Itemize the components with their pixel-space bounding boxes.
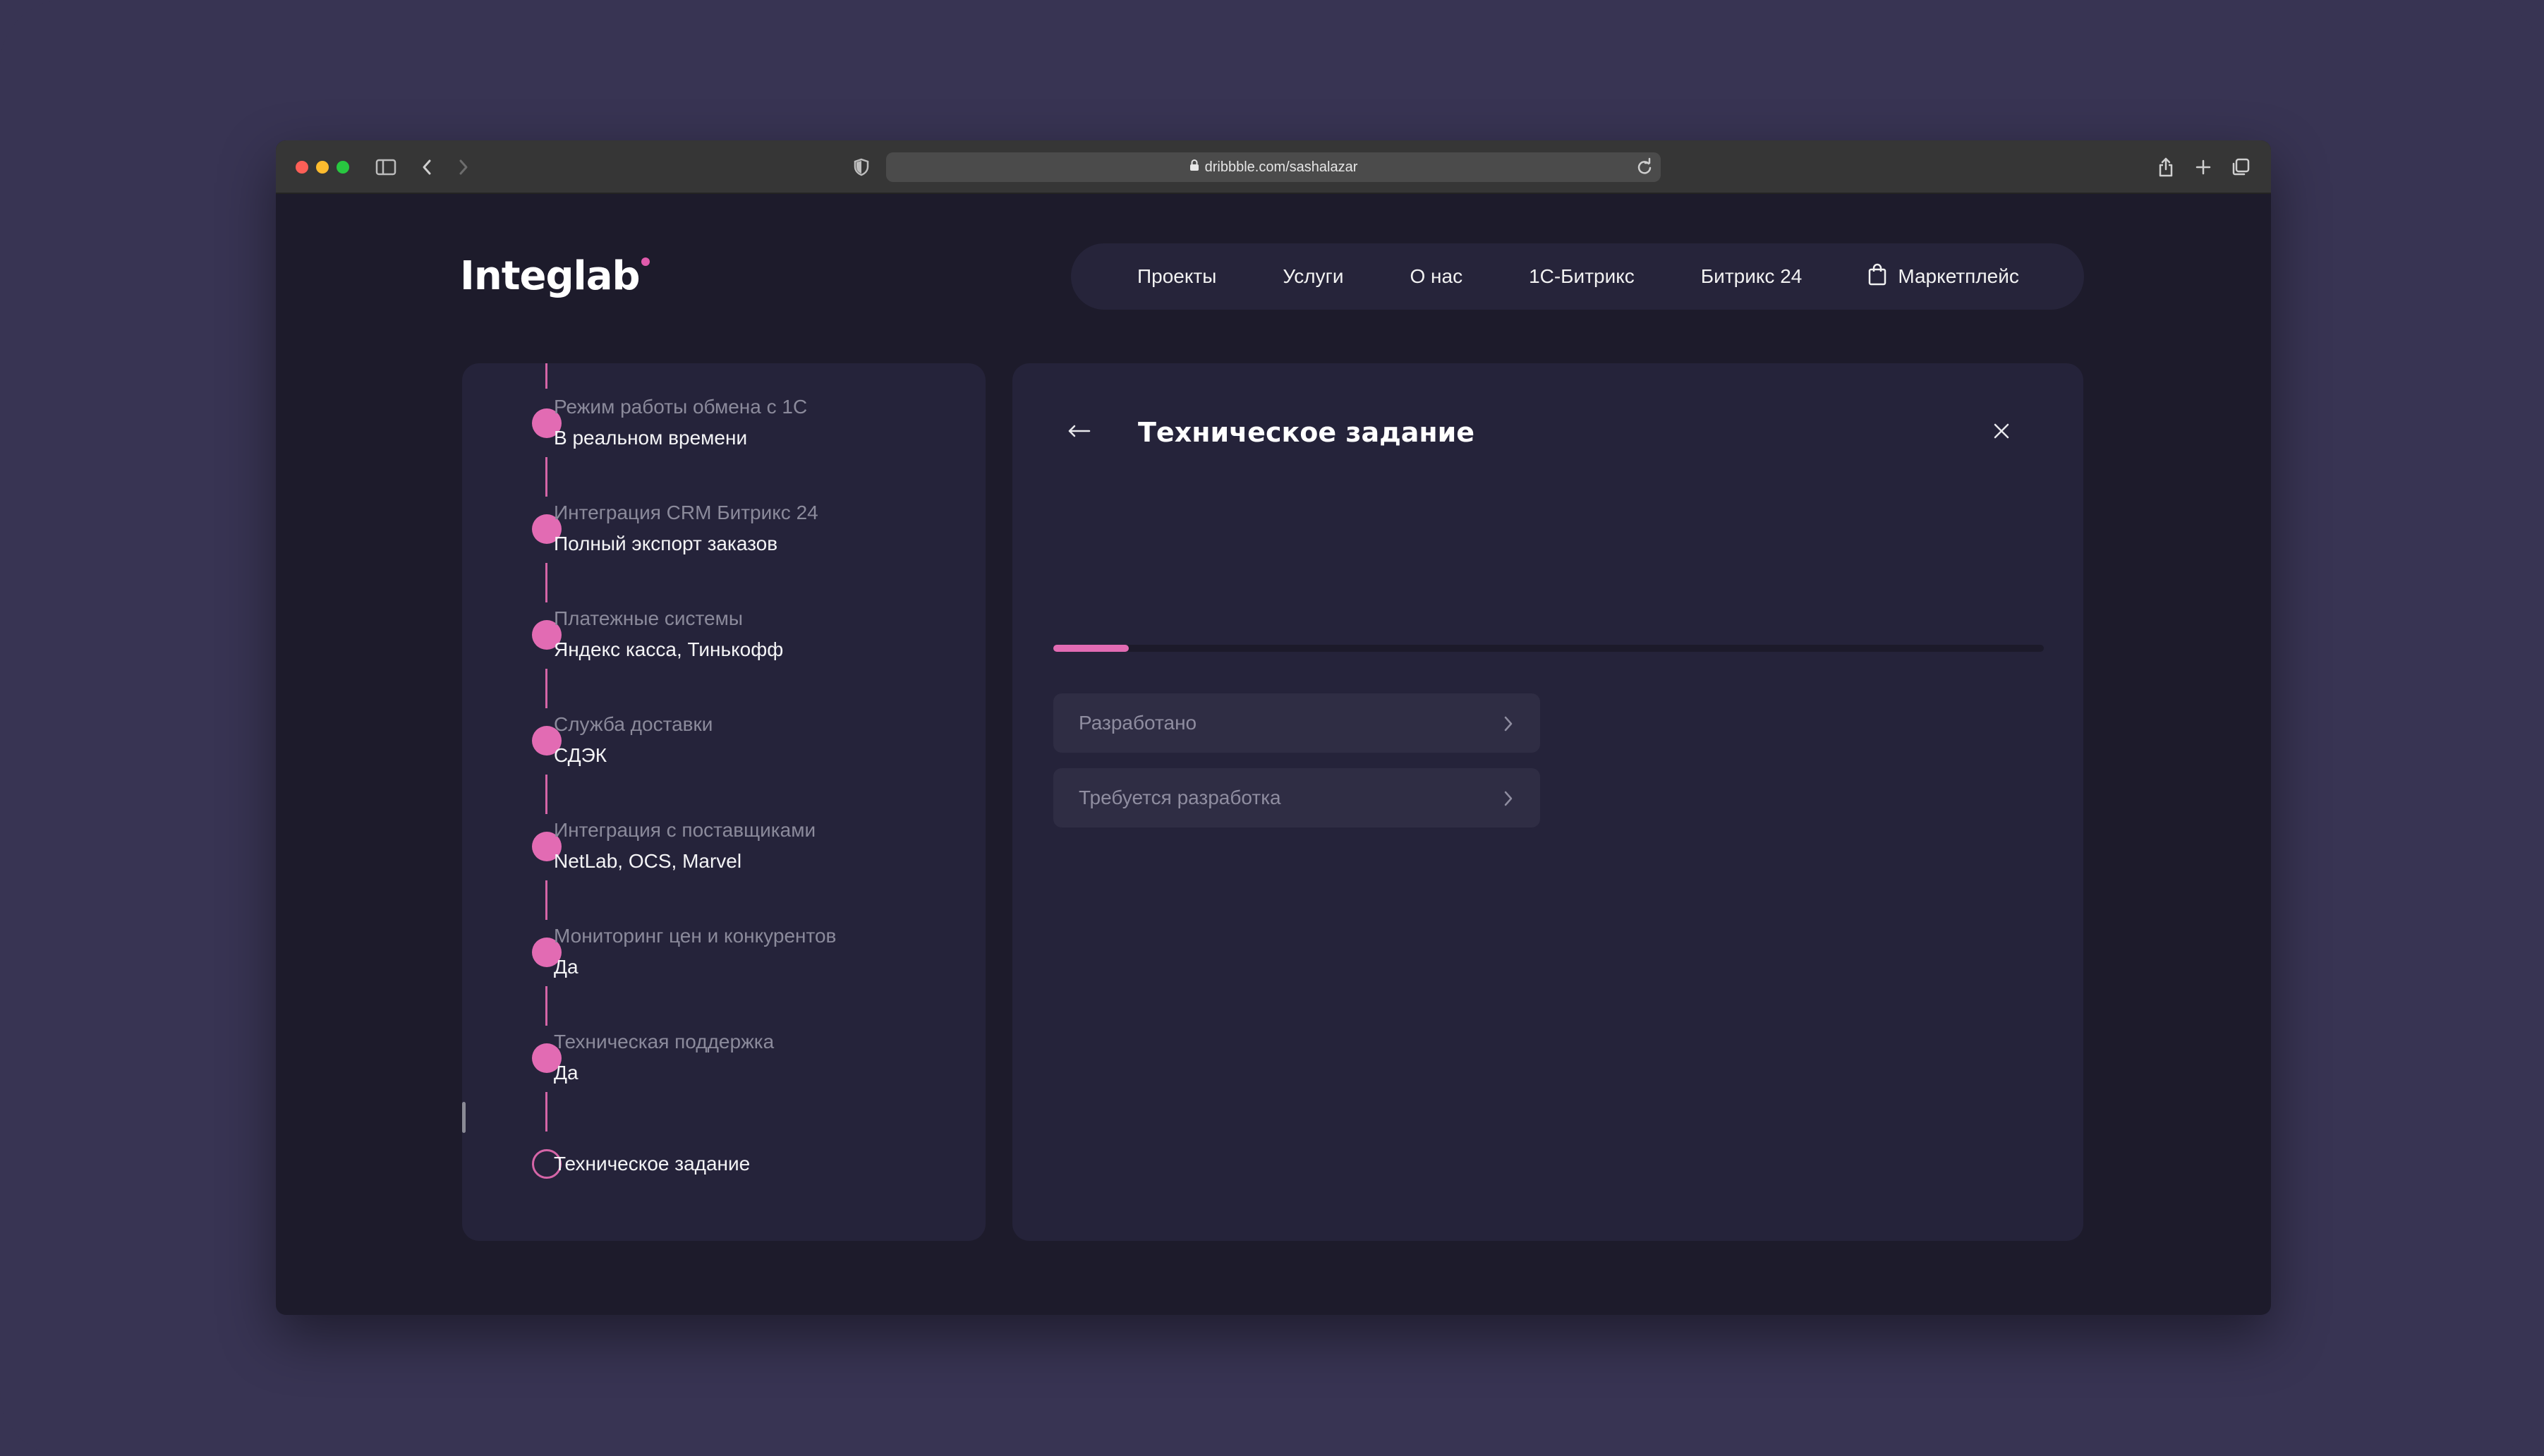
- step-value: В реальном времени: [554, 427, 748, 449]
- bag-icon: [1868, 263, 1886, 291]
- url-text: dribbble.com/sashalazar: [1204, 159, 1358, 175]
- step-label: Режим работы обмена с 1С: [554, 396, 808, 418]
- chevron-right-icon: [1503, 789, 1513, 812]
- nav-item-bitrix24[interactable]: Битрикс 24: [1701, 265, 1803, 288]
- task-panel: Техническое задание Разработано Требуетс…: [1012, 363, 2083, 1241]
- step-label: Платежные системы: [554, 607, 743, 629]
- chevron-right-icon: [1503, 715, 1513, 737]
- close-icon[interactable]: [1987, 417, 2016, 445]
- progress-fill: [1053, 645, 1129, 652]
- nav-item-projects[interactable]: Проекты: [1137, 265, 1216, 288]
- forward-icon[interactable]: [449, 153, 478, 181]
- shield-icon[interactable]: [847, 153, 876, 181]
- minimize-dot[interactable]: [316, 161, 329, 174]
- nav-item-marketplace-label: Маркетплейс: [1898, 265, 2019, 287]
- timeline-connector: [545, 669, 547, 708]
- tabs-overview-icon[interactable]: [2227, 153, 2255, 181]
- panel-title: Техническое задание: [1138, 417, 1475, 448]
- back-icon[interactable]: [413, 153, 441, 181]
- close-dot[interactable]: [296, 161, 308, 174]
- timeline-connector: [545, 1092, 547, 1132]
- step-value: Да: [554, 956, 579, 978]
- timeline-connector: [545, 563, 547, 602]
- step-label: Техническая поддержка: [554, 1031, 775, 1052]
- step-label: Служба доставки: [554, 713, 713, 735]
- timeline-connector: [545, 986, 547, 1026]
- steps-panel: Режим работы обмена с 1С В реальном врем…: [462, 363, 986, 1241]
- step-label: Интеграция с поставщиками: [554, 819, 816, 841]
- nav-item-about[interactable]: О нас: [1410, 265, 1462, 288]
- nav-item-1c-bitrix[interactable]: 1С-Битрикс: [1529, 265, 1635, 288]
- logo-dot: [641, 257, 650, 266]
- main-nav: Проекты Услуги О нас 1С-Битрикс Битрикс …: [1071, 243, 2084, 310]
- sidebar-icon[interactable]: [372, 153, 400, 181]
- progress-bar: [1053, 645, 2044, 652]
- new-tab-icon[interactable]: [2189, 153, 2217, 181]
- option-developed[interactable]: Разработано: [1053, 693, 1540, 753]
- timeline-connector: [545, 457, 547, 497]
- step-value: Полный экспорт заказов: [554, 533, 778, 554]
- step-current-label: Техническое задание: [554, 1153, 751, 1175]
- step-label: Мониторинг цен и конкурентов: [554, 925, 837, 947]
- maximize-dot[interactable]: [337, 161, 349, 174]
- reload-icon[interactable]: [1634, 157, 1655, 182]
- nav-item-marketplace[interactable]: Маркетплейс: [1868, 263, 2019, 291]
- browser-toolbar: dribbble.com/sashalazar: [276, 140, 2271, 194]
- nav-item-services[interactable]: Услуги: [1283, 265, 1343, 288]
- share-icon[interactable]: [2152, 153, 2180, 181]
- step-value: NetLab, OCS, Marvel: [554, 850, 742, 872]
- option-label: Требуется разработка: [1079, 787, 1281, 808]
- lock-icon: [1189, 159, 1199, 176]
- timeline-connector: [545, 363, 547, 389]
- option-label: Разработано: [1079, 712, 1197, 734]
- step-label: Интеграция CRM Битрикс 24: [554, 502, 818, 523]
- timeline-connector: [545, 880, 547, 920]
- step-value: Да: [554, 1062, 579, 1084]
- browser-window: dribbble.com/sashalazar Integlab Проекты…: [276, 140, 2271, 1315]
- site-logo[interactable]: Integlab: [460, 253, 650, 299]
- step-value: Яндекс касса, Тинькофф: [554, 638, 784, 660]
- logo-text: Integlab: [460, 253, 641, 299]
- scroll-indicator[interactable]: [462, 1102, 466, 1133]
- step-value: СДЭК: [554, 744, 607, 766]
- back-arrow-icon[interactable]: [1062, 415, 1097, 447]
- option-needs-development[interactable]: Требуется разработка: [1053, 768, 1540, 827]
- address-bar[interactable]: dribbble.com/sashalazar: [886, 152, 1661, 182]
- timeline-connector: [545, 775, 547, 814]
